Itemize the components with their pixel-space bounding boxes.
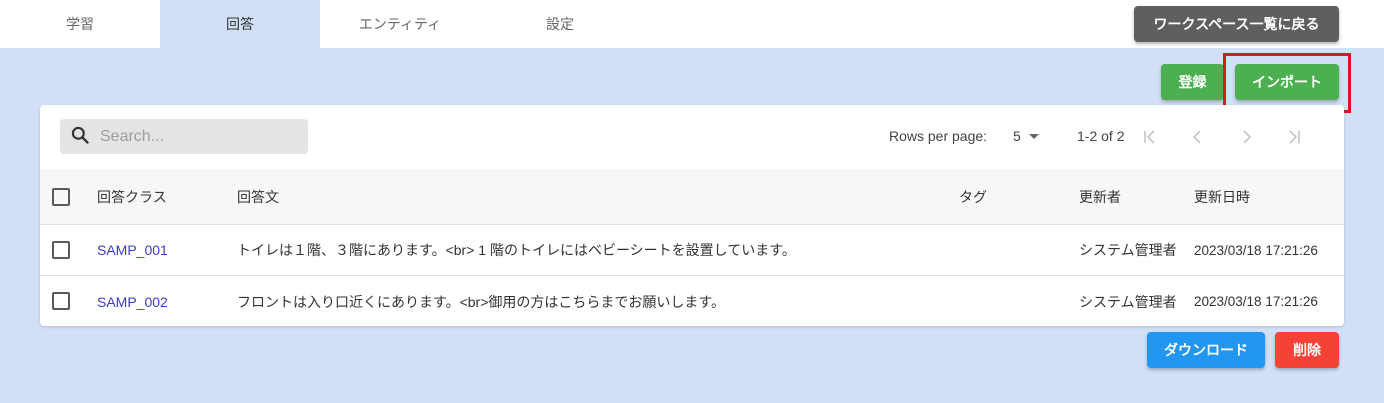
table-header: 回答クラス 回答文 タグ 更新者 更新日時 bbox=[40, 169, 1344, 225]
tab-bar: 学習 回答 エンティティ 設定 ワークスペース一覧に戻る bbox=[0, 0, 1384, 48]
col-updated-at[interactable]: 更新日時 bbox=[1194, 169, 1250, 224]
last-page-icon[interactable] bbox=[1282, 125, 1306, 149]
download-button[interactable]: ダウンロード bbox=[1147, 332, 1265, 368]
col-answer-class[interactable]: 回答クラス bbox=[97, 169, 167, 224]
highlight-box bbox=[1223, 53, 1351, 113]
col-answer-text[interactable]: 回答文 bbox=[237, 169, 279, 224]
answer-text: トイレは１階、３階にあります。<br> 1 階のトイレにはベビーシートを設置して… bbox=[237, 242, 796, 258]
updated-by: システム管理者 bbox=[1079, 242, 1177, 258]
search-icon bbox=[70, 125, 90, 149]
select-all-checkbox[interactable] bbox=[52, 188, 70, 206]
answer-class-link[interactable]: SAMP_001 bbox=[97, 225, 168, 275]
tab-settings[interactable]: 設定 bbox=[480, 0, 640, 48]
col-tag[interactable]: タグ bbox=[959, 169, 987, 224]
tab-answers[interactable]: 回答 bbox=[160, 0, 320, 48]
delete-button[interactable]: 削除 bbox=[1275, 332, 1339, 368]
col-updated-by[interactable]: 更新者 bbox=[1079, 169, 1121, 224]
answer-class-link[interactable]: SAMP_002 bbox=[97, 276, 168, 327]
main-content: 登録 インポート Rows per page: 5 1-2 of 2 bbox=[0, 48, 1384, 403]
updated-at: 2023/03/18 17:21:26 bbox=[1194, 294, 1318, 309]
rows-per-page-select[interactable]: 5 bbox=[1013, 128, 1039, 144]
search-input[interactable] bbox=[100, 127, 290, 146]
pagination-range: 1-2 of 2 bbox=[1077, 128, 1125, 144]
first-page-icon[interactable] bbox=[1138, 125, 1162, 149]
answers-table-card: Rows per page: 5 1-2 of 2 回答クラス 回答文 タグ 更… bbox=[40, 105, 1344, 326]
register-button[interactable]: 登録 bbox=[1161, 64, 1224, 100]
table-row[interactable]: SAMP_001 トイレは１階、３階にあります。<br> 1 階のトイレにはベビ… bbox=[40, 225, 1344, 276]
table-row[interactable]: SAMP_002 フロントは入り口近くにあります。<br>御用の方はこちらまでお… bbox=[40, 276, 1344, 327]
updated-at: 2023/03/18 17:21:26 bbox=[1194, 242, 1318, 258]
answer-text: フロントは入り口近くにあります。<br>御用の方はこちらまでお願いします。 bbox=[237, 293, 725, 310]
tab-learning[interactable]: 学習 bbox=[0, 0, 160, 48]
updated-by: システム管理者 bbox=[1079, 293, 1177, 310]
prev-page-icon[interactable] bbox=[1186, 125, 1210, 149]
caret-down-icon bbox=[1028, 133, 1039, 139]
back-to-workspaces-button[interactable]: ワークスペース一覧に戻る bbox=[1134, 6, 1339, 42]
row-checkbox[interactable] bbox=[52, 241, 70, 259]
rows-per-page-value: 5 bbox=[1013, 128, 1021, 144]
rows-per-page-label: Rows per page: bbox=[889, 128, 988, 144]
tab-entities[interactable]: エンティティ bbox=[320, 0, 480, 48]
search-box bbox=[60, 119, 308, 154]
row-checkbox[interactable] bbox=[52, 292, 70, 310]
next-page-icon[interactable] bbox=[1234, 125, 1258, 149]
